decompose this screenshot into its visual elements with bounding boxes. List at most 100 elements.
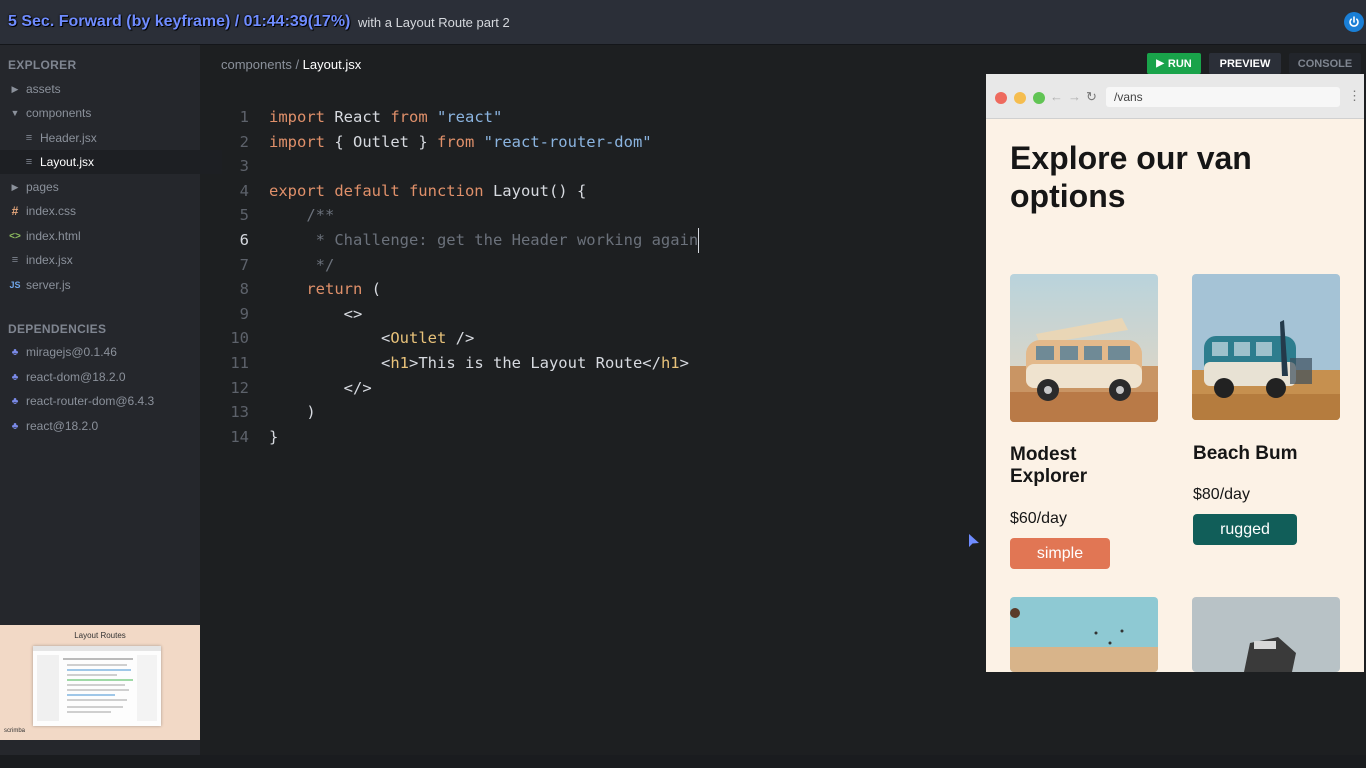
thumbnail-screen <box>33 646 161 726</box>
code-line[interactable]: 2 import { Outlet } from "react-router-do… <box>220 130 699 155</box>
mouse-cursor-icon <box>968 533 980 554</box>
van-image-partial[interactable] <box>1010 597 1158 672</box>
code-line[interactable]: 3 <box>220 154 699 179</box>
tree-item-components[interactable]: ▼ components <box>0 101 208 125</box>
code-line[interactable]: 10 < Outlet /> <box>220 326 699 351</box>
file-icon: ≡ <box>25 132 33 144</box>
file-icon: ≡ <box>11 254 19 266</box>
thumbnail-brand: scrimba <box>4 728 26 734</box>
dependency-item[interactable]: ♣ react@18.2.0 <box>0 414 208 438</box>
van-type-badge[interactable]: simple <box>1010 538 1110 569</box>
van-image-modest-explorer[interactable] <box>1010 274 1158 422</box>
dependency-item[interactable]: ♣ miragejs@0.1.46 <box>0 340 208 364</box>
line-number: 8 <box>239 280 249 299</box>
more-menu-icon[interactable]: ⋮ <box>1348 88 1361 104</box>
breadcrumb-file: Layout.jsx <box>302 57 362 72</box>
close-dot-icon[interactable] <box>995 92 1007 104</box>
code-line[interactable]: 14} <box>220 425 699 450</box>
maximize-dot-icon[interactable] <box>1033 92 1045 104</box>
reload-icon[interactable]: ↻ <box>1086 89 1097 105</box>
code-line[interactable]: 11 < h1 >This is the Layout Route</h1 > <box>220 351 699 376</box>
lesson-title: with a Layout Route part 2 <box>358 15 510 30</box>
dependencies-heading: DEPENDENCIES <box>8 322 107 336</box>
van-name[interactable]: Beach Bum <box>1193 443 1343 465</box>
code-line[interactable]: 1 import React from "react" <box>220 105 699 130</box>
tree-item-server-js[interactable]: JS server.js <box>0 273 208 297</box>
tree-item-header-jsx[interactable]: ≡ Header.jsx <box>0 126 222 150</box>
caret-right-icon: ▶ <box>11 181 19 192</box>
tree-item-label: Header.jsx <box>40 131 97 145</box>
browser-preview: ← → ↻ /vans ⋮ Explore our van options Mo… <box>986 74 1364 672</box>
thumbnail-title: Layout Routes <box>74 631 126 640</box>
tree-item-label: Layout.jsx <box>40 155 95 169</box>
dependency-label: miragejs@0.1.46 <box>26 345 117 359</box>
breadcrumb-folder[interactable]: components <box>221 57 292 72</box>
line-number: 14 <box>230 427 249 446</box>
line-number: 1 <box>239 108 249 126</box>
code-line[interactable]: 7 */ <box>220 253 699 278</box>
run-button[interactable]: ▶ RUN <box>1147 53 1201 74</box>
html-icon: <> <box>9 230 21 242</box>
tree-item-index-jsx[interactable]: ≡ index.jsx <box>0 248 208 272</box>
dependency-item[interactable]: ♣ react-router-dom@6.4.3 <box>0 389 208 413</box>
code-line-current[interactable]: 6 * Challenge: get the Header working ag… <box>220 227 700 253</box>
van-price: $60/day <box>1010 510 1067 527</box>
power-icon[interactable] <box>1344 12 1364 32</box>
breadcrumb-separator: / <box>291 57 303 72</box>
video-seek-overlay: 5 Sec. Forward (by keyframe) / 01:44:39(… <box>8 13 351 30</box>
tree-item-index-html[interactable]: <> index.html <box>0 224 208 248</box>
minimize-dot-icon[interactable] <box>1014 92 1026 104</box>
tree-item-label: index.jsx <box>26 253 73 267</box>
line-number: 7 <box>239 255 249 274</box>
dependency-label: react-router-dom@6.4.3 <box>26 394 155 408</box>
tree-item-label: index.html <box>26 229 81 243</box>
package-icon: ♣ <box>11 346 19 358</box>
back-arrow-icon[interactable]: ← <box>1050 89 1063 104</box>
code-line[interactable]: 13 ) <box>220 400 699 425</box>
line-number: 10 <box>230 329 249 348</box>
css-icon: # <box>11 204 19 218</box>
breadcrumb: components / Layout.jsx <box>221 57 361 72</box>
van-image-partial[interactable] <box>1192 597 1340 672</box>
lesson-thumbnail[interactable]: Layout Routes scrimba <box>0 625 200 740</box>
dependency-label: react-dom@18.2.0 <box>26 370 126 384</box>
console-button[interactable]: CONSOLE <box>1289 53 1361 74</box>
bottom-strip <box>0 755 1366 768</box>
tree-item-layout-jsx[interactable]: ≡ Layout.jsx <box>0 150 222 174</box>
file-icon: ≡ <box>25 156 33 168</box>
preview-button[interactable]: PREVIEW <box>1209 53 1281 74</box>
tree-item-label: index.css <box>26 204 77 218</box>
dependency-label: react@18.2.0 <box>26 419 99 433</box>
tree-item-pages[interactable]: ▶ pages <box>0 175 208 199</box>
tree-item-index-css[interactable]: # index.css <box>0 199 208 223</box>
url-bar[interactable]: /vans <box>1106 87 1340 107</box>
page-heading: Explore our van options <box>1010 140 1252 214</box>
top-bar: 5 Sec. Forward (by keyframe) / 01:44:39(… <box>0 0 1366 45</box>
van-image-beach-bum[interactable] <box>1192 274 1340 420</box>
package-icon: ♣ <box>11 371 19 383</box>
package-icon: ♣ <box>11 420 19 432</box>
code-line[interactable]: 5 /** <box>220 203 699 228</box>
code-editor[interactable]: 1 import React from "react" 2 import { Out… <box>220 105 700 450</box>
tree-item-label: pages <box>26 180 59 194</box>
code-line[interactable]: 8 return ( <box>220 277 699 302</box>
explorer-heading: EXPLORER <box>8 58 77 72</box>
caret-down-icon: ▼ <box>10 108 20 118</box>
code-line[interactable]: 4 export default function Layout() { <box>220 179 699 204</box>
line-number: 12 <box>230 378 249 397</box>
tree-item-label: server.js <box>26 278 71 292</box>
tree-item-label: assets <box>26 82 61 96</box>
run-label: RUN <box>1167 57 1192 70</box>
forward-arrow-icon[interactable]: → <box>1068 89 1081 104</box>
code-line[interactable]: 12 </> <box>220 376 699 401</box>
tree-item-assets[interactable]: ▶ assets <box>0 77 208 101</box>
dependency-item[interactable]: ♣ react-dom@18.2.0 <box>0 365 208 389</box>
van-name[interactable]: Modest Explorer <box>1010 444 1140 488</box>
line-number: 9 <box>239 304 249 323</box>
van-type-badge[interactable]: rugged <box>1193 514 1297 545</box>
line-number: 13 <box>230 403 249 422</box>
package-icon: ♣ <box>11 395 19 407</box>
browser-chrome: ← → ↻ /vans ⋮ <box>986 74 1364 119</box>
code-line[interactable]: 9 <> <box>220 302 699 327</box>
js-icon: JS <box>9 280 21 290</box>
